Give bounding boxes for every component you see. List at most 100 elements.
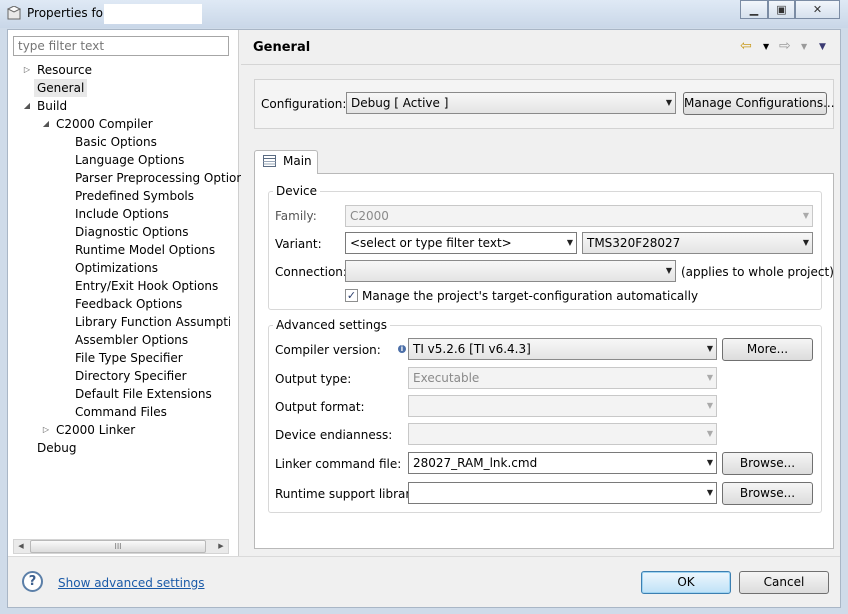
tree-item-file-type-specifier[interactable]: File Type Specifier [75,349,183,367]
output-format-select: ▼ [408,395,717,417]
runtime-lib-select[interactable]: ▼ [408,482,717,504]
variant-label: Variant: [275,237,322,251]
tree-item-diagnostic-options[interactable]: Diagnostic Options [75,223,189,241]
help-icon[interactable]: ? [22,571,43,592]
tree-item-assembler-options[interactable]: Assembler Options [75,331,188,349]
tree-item-label: C2000 Linker [56,423,136,437]
tree-item-command-files[interactable]: Command Files [75,403,167,421]
configuration-select[interactable]: Debug [ Active ] ▼ [346,92,676,114]
linker-cmd-select[interactable]: 28027_RAM_lnk.cmd ▼ [408,452,717,474]
variant-filter-value: <select or type filter text> [350,236,512,250]
manage-configurations-button[interactable]: Manage Configurations... [683,92,835,115]
tree-item-entry-exit-hook[interactable]: Entry/Exit Hook Options [75,277,218,295]
page-title: General [253,40,311,55]
tree-item-parser-preprocessing[interactable]: Parser Preprocessing Options [75,169,250,187]
family-value: C2000 [350,209,389,223]
compiler-version-label: Compiler version: [275,343,381,357]
tree-item-label: General [34,79,88,97]
compiler-version-value: TI v5.2.6 [TI v6.4.3] [413,342,531,356]
header-divider [241,64,840,65]
properties-icon [7,6,22,20]
tree-item-label: Build [37,99,68,113]
window-title: Properties for [27,6,108,20]
ok-button[interactable]: OK [641,571,731,594]
expand-icon[interactable]: ▷ [41,421,51,439]
browse-linker-button[interactable]: Browse... [722,452,813,475]
tree-item-feedback-options[interactable]: Feedback Options [75,295,182,313]
output-type-value: Executable [413,371,480,385]
output-format-label: Output format: [275,400,365,414]
tree-item-library-function[interactable]: Library Function Assumption [75,313,230,331]
tree-item-language-options[interactable]: Language Options [75,151,184,169]
connection-select[interactable]: ▼ [345,260,676,282]
variant-value: TMS320F28027 [587,236,681,250]
chevron-down-icon: ▼ [802,238,809,247]
tree-item-label: Resource [37,63,93,77]
tree-item-optimizations[interactable]: Optimizations [75,259,158,277]
variant-filter-select[interactable]: <select or type filter text> ▼ [345,232,577,254]
collapse-icon[interactable]: ◢ [41,115,51,133]
tree-item-default-file-extensions[interactable]: Default File Extensions [75,385,212,403]
device-endianness-select: ▼ [408,423,717,445]
tree-item-predefined-symbols[interactable]: Predefined Symbols [75,187,194,205]
minimize-icon[interactable]: ▁ [740,0,768,19]
compiler-version-select[interactable]: TI v5.2.6 [TI v6.4.3] ▼ [408,338,717,360]
chevron-down-icon: ▼ [706,429,713,438]
family-label: Family: [275,209,317,223]
chevron-down-icon: ▼ [802,211,809,220]
output-type-select: Executable ▼ [408,367,717,389]
device-endianness-label: Device endianness: [275,428,393,442]
linker-cmd-value: 28027_RAM_lnk.cmd [413,456,538,470]
scroll-left-icon[interactable]: ◀ [14,540,28,553]
tree-item-directory-specifier[interactable]: Directory Specifier [75,367,187,385]
title-redaction [104,4,202,24]
filter-input[interactable] [13,36,229,56]
chevron-down-icon: ▼ [706,488,713,497]
chevron-down-icon: ▼ [665,98,672,107]
info-icon: i [398,345,406,353]
cancel-button[interactable]: Cancel [739,571,829,594]
back-icon[interactable]: ⇦ [740,38,752,54]
tab-main[interactable]: Main [254,150,318,174]
connection-note: (applies to whole project) [681,265,834,279]
scroll-thumb[interactable]: III [30,540,206,553]
more-button[interactable]: More... [722,338,813,361]
chevron-down-icon: ▼ [566,238,573,247]
view-menu-icon[interactable]: ▼ [819,42,826,52]
collapse-icon[interactable]: ◢ [22,97,32,115]
footer-divider [8,556,840,557]
chevron-down-icon: ▼ [706,373,713,382]
tree-item-include-options[interactable]: Include Options [75,205,169,223]
chevron-down-icon: ▼ [665,266,672,275]
output-type-label: Output type: [275,372,352,386]
tree-item-label: C2000 Compiler [56,117,153,131]
chevron-down-icon: ▼ [706,401,713,410]
close-icon[interactable]: ✕ [795,0,840,19]
show-advanced-settings-link[interactable]: Show advanced settings [58,576,205,590]
manage-target-checkbox[interactable]: ✓ [345,289,358,302]
configuration-value: Debug [ Active ] [351,96,449,110]
browse-runtime-button[interactable]: Browse... [722,482,813,505]
forward-menu-icon[interactable]: ▼ [801,42,807,51]
connection-label: Connection: [275,265,347,279]
device-group-title: Device [273,184,321,198]
chevron-down-icon: ▼ [706,458,713,467]
linker-cmd-label: Linker command file: [275,457,402,471]
chevron-down-icon: ▼ [706,344,713,353]
tree-item-basic-options[interactable]: Basic Options [75,133,157,151]
maximize-icon[interactable]: ▣ [768,0,795,19]
tree-item-debug[interactable]: Debug [37,439,76,457]
family-select: C2000 ▼ [345,205,813,227]
back-menu-icon[interactable]: ▼ [763,42,769,51]
forward-icon[interactable]: ⇨ [779,38,791,54]
configuration-label: Configuration: [261,97,347,111]
scroll-right-icon[interactable]: ▶ [214,540,228,553]
expand-icon[interactable]: ▷ [22,61,32,79]
tab-main-label: Main [283,154,312,168]
advanced-settings-title: Advanced settings [273,318,390,332]
table-icon [263,155,276,167]
runtime-lib-label: Runtime support library: [275,487,421,501]
manage-target-label: Manage the project's target-configuratio… [362,289,699,303]
variant-select[interactable]: TMS320F28027 ▼ [582,232,813,254]
tree-item-runtime-model-options[interactable]: Runtime Model Options [75,241,215,259]
